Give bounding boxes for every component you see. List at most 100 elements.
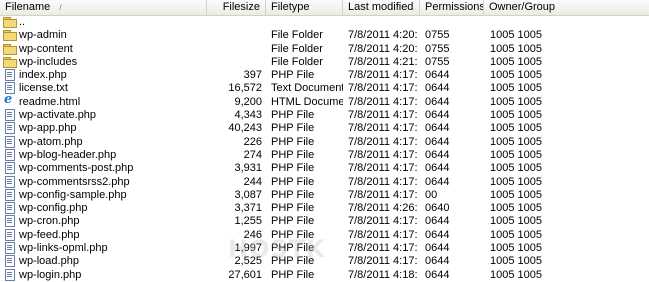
file-row[interactable]: wp-config.php 3,371 PHP File 7/8/2011 4:26:…: [0, 202, 649, 215]
file-type-cell-text: PHP File: [271, 228, 315, 241]
file-row[interactable]: wp-app.php 40,243 PHP File 7/8/2011 4:17:..…: [0, 122, 649, 135]
file-type-cell: File Folder: [271, 29, 343, 42]
file-row[interactable]: wp-admin File Folder 7/8/2011 4:20:... 0755…: [0, 29, 649, 42]
permissions-cell: 0644: [425, 82, 485, 95]
file-row[interactable]: ..: [0, 16, 649, 29]
file-size-cell-text: 27,601: [228, 268, 262, 281]
php-file-icon: [3, 148, 16, 161]
last-modified-cell-text: 7/8/2011 4:18:...: [348, 268, 418, 281]
permissions-cell-text: 0644: [425, 122, 450, 135]
file-row[interactable]: readme.html 9,200 HTML Document 7/8/2011 4:…: [0, 96, 649, 109]
file-name-cell-text: wp-atom.php: [19, 135, 83, 148]
file-size-cell: 3,087: [206, 189, 262, 202]
file-type-cell: [271, 16, 343, 29]
permissions-cell-text: 0644: [425, 109, 450, 122]
file-row[interactable]: license.txt 16,572 Text Document 7/8/2011 4…: [0, 82, 649, 95]
last-modified-cell-text: 7/8/2011 4:17:...: [348, 242, 418, 255]
file-name-cell-text: wp-commentsrss2.php: [19, 175, 130, 188]
file-size-cell-text: 397: [243, 69, 262, 82]
column-header-owner-group[interactable]: Owner/Group: [484, 0, 649, 15]
file-row[interactable]: wp-content File Folder 7/8/2011 4:20:... 07…: [0, 43, 649, 56]
last-modified-cell: 7/8/2011 4:17:...: [348, 242, 418, 255]
file-row[interactable]: wp-feed.php 246 PHP File 7/8/2011 4:17:... 0…: [0, 228, 649, 242]
php-file-icon: [3, 135, 16, 148]
column-header-filesize-label: Filesize: [222, 1, 260, 13]
file-type-cell-text: PHP File: [271, 202, 315, 215]
file-name-cell-text: wp-feed.php: [19, 228, 80, 241]
file-row[interactable]: index.php 397 PHP File 7/8/2011 4:17:... 064…: [0, 69, 649, 82]
file-row[interactable]: wp-config-sample.php 3,087 PHP File 7/8/201…: [0, 188, 649, 202]
file-row[interactable]: wp-load.php 2,525 PHP File 7/8/2011 4:17:..…: [0, 255, 649, 268]
file-size-cell: 274: [206, 149, 262, 162]
permissions-cell-text: 0644: [425, 135, 450, 148]
last-modified-cell: 7/8/2011 4:17:...: [348, 96, 418, 109]
column-header-last-modified[interactable]: Last modified: [343, 0, 420, 15]
last-modified-cell-text: 7/8/2011 4:17:...: [348, 109, 418, 122]
file-size-cell-text: 4,343: [234, 109, 262, 122]
php-file-icon: [3, 69, 16, 82]
file-row[interactable]: wp-commentsrss2.php 244 PHP File 7/8/2011 4…: [0, 175, 649, 189]
permissions-cell: 0644: [425, 149, 485, 162]
permissions-cell: 0644: [425, 269, 485, 282]
permissions-cell: 0644: [425, 162, 485, 175]
column-header-filesize[interactable]: Filesize: [207, 0, 266, 15]
file-size-cell-text: 244: [243, 175, 262, 188]
permissions-cell: 0644: [425, 242, 485, 255]
last-modified-cell: 7/8/2011 4:18:...: [348, 269, 418, 282]
column-header-filename[interactable]: Filename /: [0, 0, 207, 15]
owner-group-cell: 1005 1005: [490, 189, 570, 202]
file-row[interactable]: wp-includes File Folder 7/8/2011 4:21:... 0…: [0, 56, 649, 69]
permissions-cell: 00: [425, 189, 485, 202]
file-name-cell: wp-content: [3, 43, 203, 56]
file-name-cell: wp-load.php: [3, 255, 203, 268]
php-file-icon: [3, 175, 16, 188]
owner-group-cell-text: 1005 1005: [490, 268, 542, 281]
file-type-cell-text: File Folder: [271, 29, 323, 42]
owner-group-cell-text: 1005 1005: [490, 148, 542, 161]
php-file-icon: [3, 268, 16, 281]
owner-group-cell: 1005 1005: [490, 29, 570, 42]
owner-group-cell-text: 1005 1005: [490, 188, 542, 201]
column-header-permissions[interactable]: Permissions: [420, 0, 484, 15]
file-row[interactable]: wp-blog-header.php 274 PHP File 7/8/2011 4:…: [0, 148, 649, 162]
permissions-cell-text: 0644: [425, 242, 450, 255]
column-header-filetype[interactable]: Filetype: [266, 0, 343, 15]
file-row[interactable]: wp-cron.php 1,255 PHP File 7/8/2011 4:17:..…: [0, 215, 649, 228]
file-type-cell: PHP File: [271, 255, 343, 268]
owner-group-cell: 1005 1005: [490, 176, 570, 189]
permissions-cell-text: 0644: [425, 175, 450, 188]
owner-group-cell-text: 1005 1005: [490, 135, 542, 148]
permissions-cell-text: 0644: [425, 69, 450, 82]
file-name-cell: readme.html: [3, 96, 203, 109]
last-modified-cell: 7/8/2011 4:21:...: [348, 56, 418, 69]
owner-group-cell: 1005 1005: [490, 56, 570, 69]
file-row[interactable]: wp-comments-post.php 3,931 PHP File 7/8/201…: [0, 162, 649, 175]
owner-group-cell: 1005 1005: [490, 202, 570, 215]
owner-group-cell-text: 1005 1005: [490, 69, 542, 82]
last-modified-cell: 7/8/2011 4:17:...: [348, 189, 418, 202]
file-row[interactable]: wp-login.php 27,601 PHP File 7/8/2011 4:18:…: [0, 268, 649, 282]
last-modified-cell-text: 7/8/2011 4:17:...: [348, 215, 418, 228]
html-file-icon: [3, 96, 16, 107]
owner-group-cell-text: 1005 1005: [490, 202, 542, 215]
file-row[interactable]: wp-links-opml.php 1,997 PHP File 7/8/2011 4…: [0, 242, 649, 255]
file-name-cell: wp-login.php: [3, 268, 203, 282]
file-list: ..wp-admin File Folder 7/8/2011 4:20:... 07…: [0, 16, 649, 282]
permissions-cell-text: 0644: [425, 215, 450, 228]
file-name-cell: ..: [3, 16, 203, 29]
file-name-cell: wp-feed.php: [3, 228, 203, 242]
file-size-cell: 4,343: [206, 109, 262, 122]
file-row[interactable]: wp-activate.php 4,343 PHP File 7/8/2011 4:1…: [0, 109, 649, 122]
owner-group-cell: 1005 1005: [490, 82, 570, 95]
file-row[interactable]: wp-atom.php 226 PHP File 7/8/2011 4:17:... 0…: [0, 135, 649, 149]
file-name-cell: wp-blog-header.php: [3, 148, 203, 162]
permissions-cell-text: 0644: [425, 148, 450, 161]
file-type-cell-text: HTML Document: [271, 95, 343, 108]
last-modified-cell-text: 7/8/2011 4:17:...: [348, 175, 418, 188]
php-file-icon: [3, 228, 16, 241]
folder-icon: [3, 29, 17, 42]
permissions-cell: 0644: [425, 229, 485, 242]
file-type-cell-text: PHP File: [271, 188, 315, 201]
file-size-cell-text: 3,371: [234, 202, 262, 215]
owner-group-cell: 1005 1005: [490, 215, 570, 228]
